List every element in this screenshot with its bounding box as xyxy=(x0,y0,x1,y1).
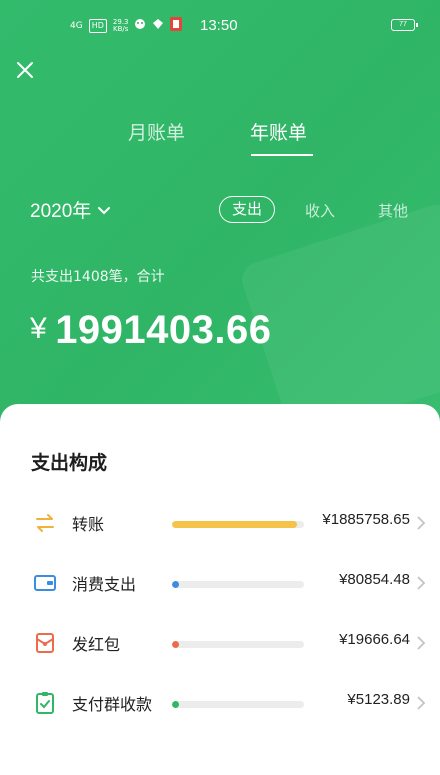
transfer-icon xyxy=(33,511,57,535)
year-selector[interactable]: 2020年 xyxy=(30,196,111,223)
breakdown-item-group-collect[interactable]: 支付群收款 ¥5123.89 xyxy=(0,683,440,723)
active-tab-indicator xyxy=(251,154,313,156)
share-bar xyxy=(172,701,304,708)
share-bar xyxy=(172,641,304,648)
share-bar-fill xyxy=(172,641,179,648)
status-icons: 4G HD 29.3 KB/s xyxy=(70,17,183,35)
filter-expense[interactable]: 支出 xyxy=(219,196,275,223)
signal-icon: 4G xyxy=(70,21,83,31)
battery-icon: 77 xyxy=(391,19,418,31)
location-icon xyxy=(152,18,164,34)
chevron-right-icon xyxy=(417,696,426,710)
network-speed: 29.3 KB/s xyxy=(113,19,129,33)
red-packet-icon xyxy=(33,631,57,655)
filter-income[interactable]: 收入 xyxy=(305,200,335,221)
bill-header: 4G HD 29.3 KB/s 13:50 77 月账单 年账单 2020年 支… xyxy=(0,0,440,420)
status-bar: 4G HD 29.3 KB/s 13:50 77 xyxy=(0,15,440,39)
bill-tabs: 月账单 年账单 xyxy=(0,118,440,158)
chevron-right-icon xyxy=(417,516,426,530)
chevron-down-icon xyxy=(98,206,111,214)
expense-breakdown-card: 支出构成 转账 ¥1885758.65 消费支出 ¥80854.48 发红包 ¥… xyxy=(0,404,440,775)
breakdown-item-label: 发红包 xyxy=(72,635,121,654)
breakdown-item-amount: ¥80854.48 xyxy=(339,571,410,588)
breakdown-item-amount: ¥5123.89 xyxy=(347,691,410,708)
wallet-icon xyxy=(33,571,57,595)
group-collect-icon xyxy=(33,691,57,715)
breakdown-title: 支出构成 xyxy=(31,452,108,474)
network-speed-unit: KB/s xyxy=(112,25,129,33)
expense-summary: 共支出1408笔，合计 xyxy=(31,269,165,285)
share-bar-fill xyxy=(172,581,179,588)
share-bar xyxy=(172,581,304,588)
breakdown-item-amount: ¥1885758.65 xyxy=(322,511,410,528)
total-value: 1991403.66 xyxy=(55,308,272,352)
share-bar-fill xyxy=(172,521,297,528)
breakdown-item-label: 转账 xyxy=(72,515,105,534)
app-icon xyxy=(170,17,183,35)
breakdown-item-consumption[interactable]: 消费支出 ¥80854.48 xyxy=(0,563,440,603)
close-icon[interactable] xyxy=(13,58,37,82)
currency-symbol: ¥ xyxy=(30,312,48,345)
hd-icon: HD xyxy=(88,19,107,33)
status-time: 13:50 xyxy=(200,17,238,34)
breakdown-item-label: 消费支出 xyxy=(72,575,137,594)
tab-monthly-bill[interactable]: 月账单 xyxy=(128,118,185,145)
breakdown-item-transfer[interactable]: 转账 ¥1885758.65 xyxy=(0,503,440,543)
breakdown-item-amount: ¥19666.64 xyxy=(339,631,410,648)
share-bar xyxy=(172,521,304,528)
notification-icon xyxy=(134,18,146,34)
chevron-right-icon xyxy=(417,576,426,590)
year-label: 2020年 xyxy=(30,201,92,222)
total-amount: ¥1991403.66 xyxy=(30,308,272,353)
share-bar-fill xyxy=(172,701,179,708)
filter-other[interactable]: 其他 xyxy=(378,200,408,221)
tab-yearly-bill[interactable]: 年账单 xyxy=(250,118,307,145)
breakdown-item-red-packet[interactable]: 发红包 ¥19666.64 xyxy=(0,623,440,663)
chevron-right-icon xyxy=(417,636,426,650)
breakdown-item-label: 支付群收款 xyxy=(72,695,153,714)
